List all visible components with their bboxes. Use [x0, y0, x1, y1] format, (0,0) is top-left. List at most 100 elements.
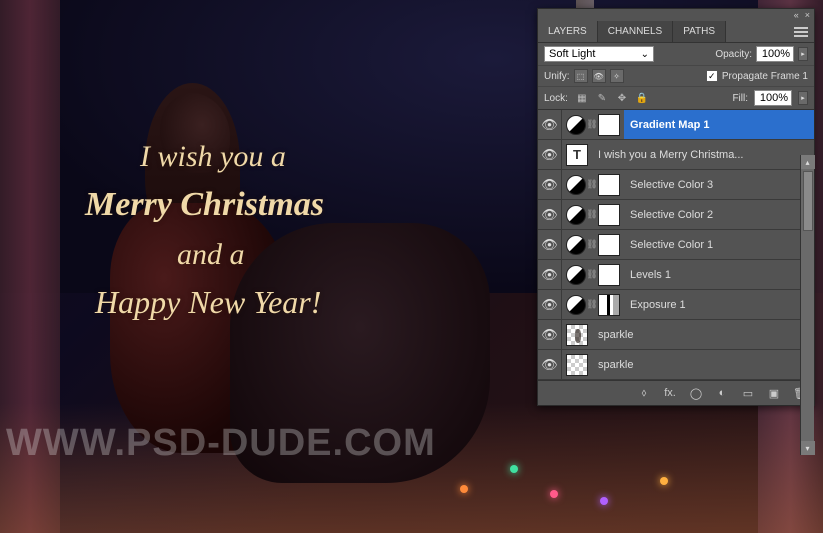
layers-list: 👁⛓Gradient Map 1👁TI wish you a Merry Chr… — [538, 110, 814, 380]
layer-row[interactable]: 👁 sparkle — [538, 320, 814, 350]
lock-label: Lock: — [544, 93, 568, 104]
propagate-checkbox[interactable]: ✓ — [706, 70, 718, 82]
layer-row[interactable]: 👁TI wish you a Merry Christma... — [538, 140, 814, 170]
fill-input[interactable]: 100% — [754, 90, 792, 106]
lock-transparency-icon[interactable]: ▦ — [574, 90, 590, 106]
blend-mode-select[interactable]: Soft Light — [544, 46, 654, 62]
adjustment-thumb-icon[interactable] — [566, 115, 586, 135]
panel-tabs: LAYERS CHANNELS PATHS — [538, 21, 814, 43]
layer-name[interactable]: Levels 1 — [624, 260, 814, 289]
new-adjustment-icon[interactable]: ◐ — [714, 385, 730, 401]
opacity-input[interactable]: 100% — [756, 46, 794, 62]
visibility-toggle-icon[interactable]: 👁 — [538, 320, 562, 349]
layer-name[interactable]: Exposure 1 — [624, 290, 814, 319]
propagate-check-mark: ✓ — [708, 71, 716, 82]
scroll-thumb[interactable] — [803, 171, 813, 231]
type-thumb-icon[interactable]: T — [566, 144, 588, 166]
mask-link-icon[interactable]: ⛓ — [588, 208, 596, 222]
layer-thumbnails: ⛓ — [562, 114, 624, 136]
panel-menu-icon[interactable] — [794, 27, 808, 37]
layer-name[interactable]: Selective Color 1 — [624, 230, 814, 259]
mask-thumb-icon[interactable] — [598, 234, 620, 256]
layer-row[interactable]: 👁 ⛓ Selective Color 3 — [538, 170, 814, 200]
scroll-up-icon[interactable]: ▴ — [801, 155, 815, 169]
layer-fx-icon[interactable]: fx. — [662, 385, 678, 401]
mask-link-icon[interactable]: ⛓ — [588, 118, 596, 132]
layer-row[interactable]: 👁 ⛓ Exposure 1 — [538, 290, 814, 320]
unify-visibility-icon[interactable]: 👁 — [592, 69, 606, 83]
unify-position-icon[interactable]: ⬚ — [574, 69, 588, 83]
mask-thumb-icon[interactable] — [598, 114, 620, 136]
layer-row[interactable]: 👁 ⛓ Levels 1 — [538, 260, 814, 290]
collapse-icon[interactable]: « — [794, 10, 799, 20]
visibility-toggle-icon[interactable]: 👁 — [538, 260, 562, 289]
mask-link-icon[interactable]: ⛓ — [588, 268, 596, 282]
greeting-line-1: I wish you a — [140, 140, 324, 174]
visibility-toggle-icon[interactable]: 👁 — [538, 230, 562, 259]
lock-all-icon[interactable]: 🔒 — [634, 90, 650, 106]
visibility-toggle-icon[interactable]: 👁 — [538, 350, 562, 379]
tab-paths[interactable]: PATHS — [673, 21, 726, 42]
layer-thumbnails: ⛓ — [562, 204, 624, 226]
layer-thumbnails: ⛓ — [562, 174, 624, 196]
mask-thumb-icon[interactable] — [598, 264, 620, 286]
layer-name[interactable]: I wish you a Merry Christma... — [592, 140, 814, 169]
visibility-toggle-icon[interactable]: 👁 — [538, 170, 562, 199]
mask-link-icon[interactable]: ⛓ — [588, 238, 596, 252]
fill-flyout-icon[interactable]: ▸ — [798, 91, 808, 105]
layer-row[interactable]: 👁 ⛓ Selective Color 2 — [538, 200, 814, 230]
lock-pixels-icon[interactable]: ✎ — [594, 90, 610, 106]
transparent-thumb-icon[interactable] — [566, 354, 588, 376]
layer-thumbnails: ⛓ — [562, 234, 624, 256]
watermark-text: WWW.PSD-DUDE.COM — [6, 422, 436, 465]
layer-name[interactable]: Gradient Map 1 — [624, 110, 814, 139]
scroll-down-icon[interactable]: ▾ — [801, 441, 815, 455]
light-dot — [510, 465, 518, 473]
layer-name[interactable]: sparkle — [592, 320, 814, 349]
unify-style-icon[interactable]: ✧ — [610, 69, 624, 83]
adjustment-thumb-icon[interactable] — [566, 235, 586, 255]
add-mask-icon[interactable]: ◯ — [688, 385, 704, 401]
mask-thumb-icon[interactable] — [598, 174, 620, 196]
visibility-toggle-icon[interactable]: 👁 — [538, 110, 562, 139]
visibility-toggle-icon[interactable]: 👁 — [538, 290, 562, 319]
greeting-line-2: Merry Christmas — [85, 186, 324, 224]
close-icon[interactable]: × — [805, 10, 810, 20]
mask-thumb-icon[interactable] — [598, 204, 620, 226]
mask-link-icon[interactable]: ⛓ — [588, 178, 596, 192]
sparkle-thumb-icon[interactable] — [566, 324, 588, 346]
layer-thumbnails — [562, 324, 592, 346]
layer-row[interactable]: 👁 ⛓ Gradient Map 1 — [538, 110, 814, 140]
link-layers-icon[interactable]: ⬨ — [636, 385, 652, 401]
layer-thumbnails — [562, 354, 592, 376]
greeting-line-3: and a — [177, 238, 324, 272]
opacity-flyout-icon[interactable]: ▸ — [798, 47, 808, 61]
mask-thumb-icon[interactable] — [598, 294, 620, 316]
tab-layers[interactable]: LAYERS — [538, 21, 598, 42]
lock-position-icon[interactable]: ✥ — [614, 90, 630, 106]
new-group-icon[interactable]: ▭ — [740, 385, 756, 401]
blend-opacity-row: Soft Light Opacity: 100% ▸ — [538, 43, 814, 66]
unify-row: Unify: ⬚ 👁 ✧ ✓ Propagate Frame 1 — [538, 66, 814, 87]
adjustment-thumb-icon[interactable] — [566, 265, 586, 285]
adjustment-thumb-icon[interactable] — [566, 175, 586, 195]
adjustment-thumb-icon[interactable] — [566, 205, 586, 225]
panel-title-bar[interactable]: « × — [538, 9, 814, 21]
layer-thumbnails: ⛓ — [562, 294, 624, 316]
mask-link-icon[interactable]: ⛓ — [588, 298, 596, 312]
panel-footer: ⬨ fx. ◯ ◐ ▭ ▣ 🗑 — [538, 380, 814, 405]
tab-channels[interactable]: CHANNELS — [598, 21, 673, 42]
propagate-label: Propagate Frame 1 — [722, 71, 808, 82]
new-layer-icon[interactable]: ▣ — [766, 385, 782, 401]
visibility-toggle-icon[interactable]: 👁 — [538, 140, 562, 169]
layer-name[interactable]: sparkle — [592, 350, 814, 379]
layer-name[interactable]: Selective Color 3 — [624, 170, 814, 199]
layer-name[interactable]: Selective Color 2 — [624, 200, 814, 229]
layers-scrollbar[interactable]: ▴ ▾ — [800, 155, 814, 455]
fill-label: Fill: — [732, 93, 748, 104]
adjustment-thumb-icon[interactable] — [566, 295, 586, 315]
layer-row[interactable]: 👁 ⛓ Selective Color 1 — [538, 230, 814, 260]
layer-row[interactable]: 👁 sparkle — [538, 350, 814, 380]
unify-label: Unify: — [544, 71, 570, 82]
visibility-toggle-icon[interactable]: 👁 — [538, 200, 562, 229]
